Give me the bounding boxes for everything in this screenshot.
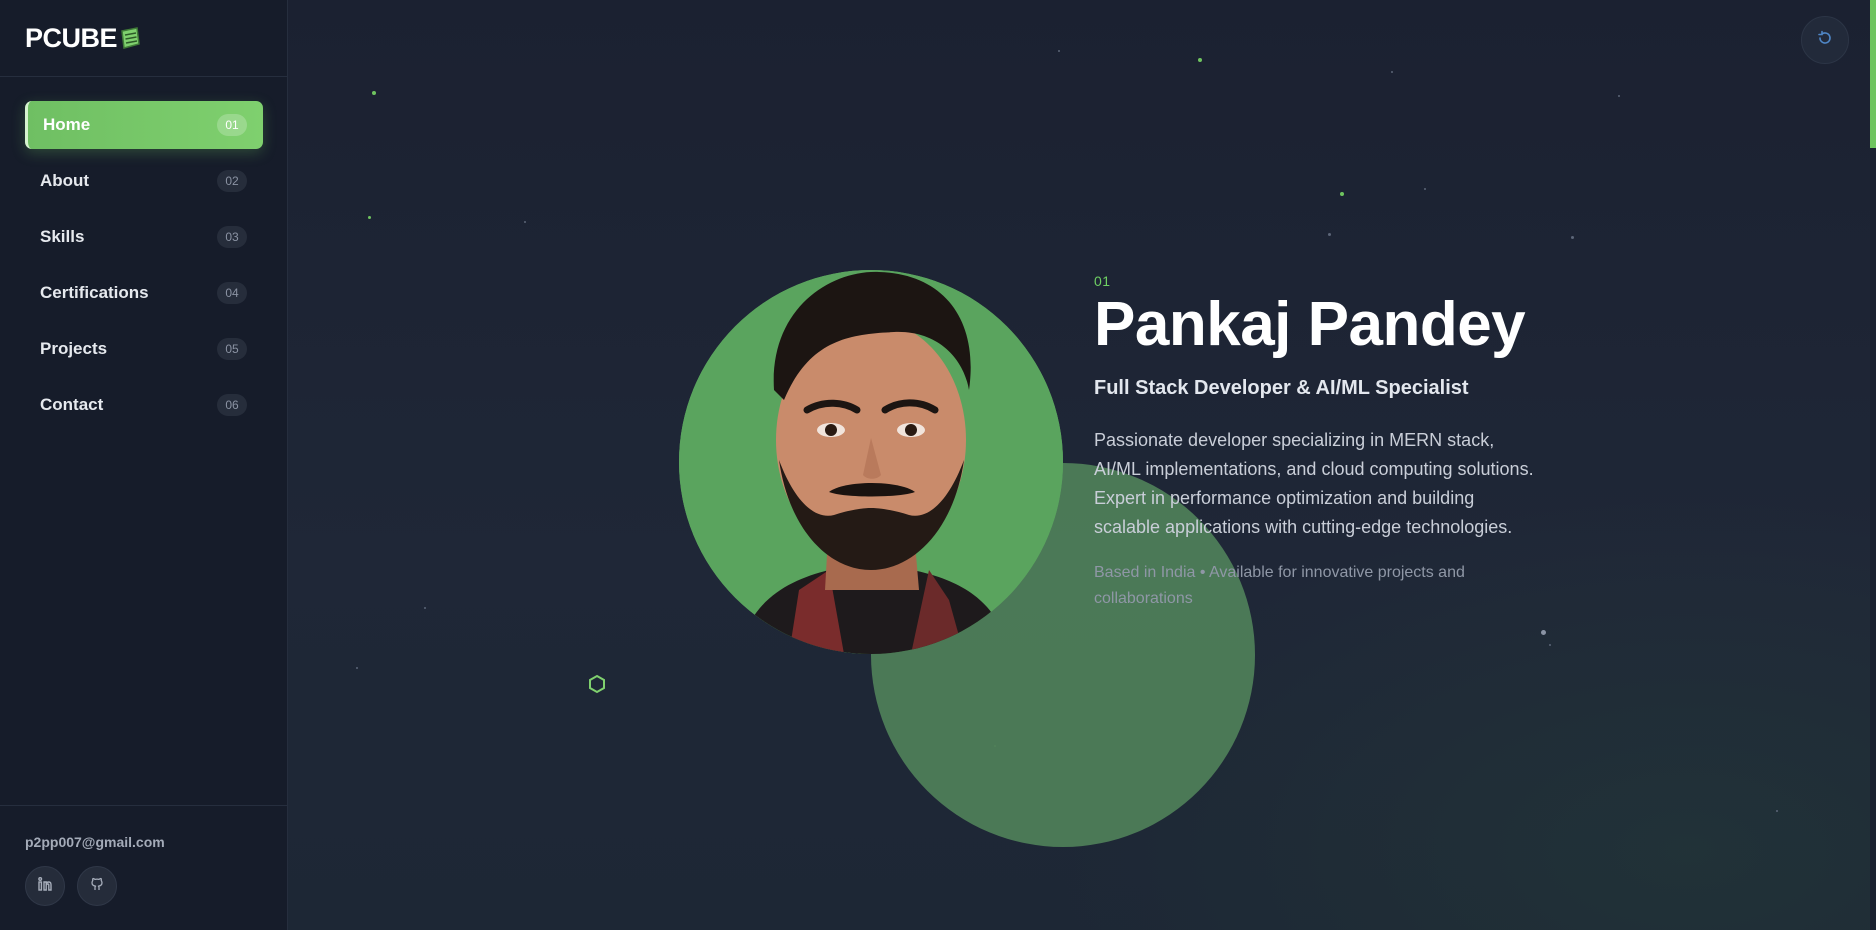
hero-name: Pankaj Pandey: [1094, 290, 1526, 359]
particle: [1340, 192, 1344, 196]
sidebar-item-contact[interactable]: Contact 06: [25, 381, 263, 429]
app-root: PCUBE Home 01 About 02 Skills 03 Certifi…: [0, 0, 1876, 930]
sidebar-item-label: Projects: [40, 339, 108, 358]
particle: [1058, 50, 1060, 52]
particle: [424, 607, 426, 609]
hero-location: Based in India • Available for innovativ…: [1094, 564, 1465, 608]
sidebar-item-certifications[interactable]: Certifications 04: [25, 269, 263, 317]
particle: [1549, 644, 1551, 646]
particle: [1776, 810, 1778, 812]
sidebar-item-number: 06: [217, 394, 247, 416]
sidebar-item-label: Certifications: [40, 283, 149, 302]
sidebar-item-label: Skills: [40, 227, 85, 246]
sidebar-item-home[interactable]: Home 01: [25, 101, 263, 149]
particle: [1424, 188, 1426, 190]
sidebar: PCUBE Home 01 About 02 Skills 03 Certifi…: [0, 0, 288, 930]
linkedin-button[interactable]: [25, 866, 65, 906]
sidebar-item-number: 05: [217, 338, 247, 360]
hero-role: Full Stack Developer & AI/ML Specialist: [1094, 377, 1469, 400]
sidebar-item-number: 03: [217, 226, 247, 248]
sidebar-item-number: 02: [217, 170, 247, 192]
particle: [372, 91, 376, 95]
linkedin-icon: [37, 876, 53, 897]
github-icon: [89, 876, 105, 897]
sidebar-nav: Home 01 About 02 Skills 03 Certification…: [0, 77, 287, 437]
sidebar-footer: p2pp007@gmail.com: [0, 805, 287, 930]
particle: [1541, 630, 1546, 635]
sidebar-item-skills[interactable]: Skills 03: [25, 213, 263, 261]
sidebar-item-label: About: [40, 171, 90, 190]
sidebar-item-number: 04: [217, 282, 247, 304]
sidebar-item-label: Home: [43, 115, 91, 134]
particle: [1571, 236, 1574, 239]
particle: [1618, 95, 1620, 97]
book-stack-icon: [119, 26, 141, 50]
hero-description: Passionate developer specializing in MER…: [1094, 430, 1534, 538]
refresh-icon: [1817, 30, 1833, 51]
scroll-track[interactable]: [1870, 148, 1876, 930]
particle: [1391, 71, 1393, 73]
sidebar-item-about[interactable]: About 02: [25, 157, 263, 205]
brand-logo-text: PCUBE: [25, 22, 118, 53]
particle: [524, 221, 526, 223]
hero-section: 01 Pankaj Pandey Full Stack Developer & …: [288, 0, 1876, 930]
sidebar-item-label: Contact: [40, 395, 104, 414]
particle: [1328, 233, 1331, 236]
particle: [368, 216, 371, 219]
brand-logo[interactable]: PCUBE: [25, 23, 141, 54]
logo-bar: PCUBE: [0, 0, 287, 77]
particle: [1198, 58, 1202, 62]
theme-toggle-button[interactable]: [1801, 16, 1849, 64]
section-number: 01: [1094, 273, 1111, 289]
contact-email[interactable]: p2pp007@gmail.com: [25, 834, 287, 850]
particle: [356, 667, 358, 669]
profile-photo: [679, 270, 1063, 654]
hexagon-icon: [587, 674, 607, 699]
sidebar-item-projects[interactable]: Projects 05: [25, 325, 263, 373]
github-button[interactable]: [77, 866, 117, 906]
social-links: [25, 866, 287, 906]
hero-content: 01 Pankaj Pandey Full Stack Developer & …: [1094, 273, 1534, 612]
sidebar-item-number: 01: [217, 114, 247, 136]
scroll-progress-bar[interactable]: [1870, 0, 1876, 148]
